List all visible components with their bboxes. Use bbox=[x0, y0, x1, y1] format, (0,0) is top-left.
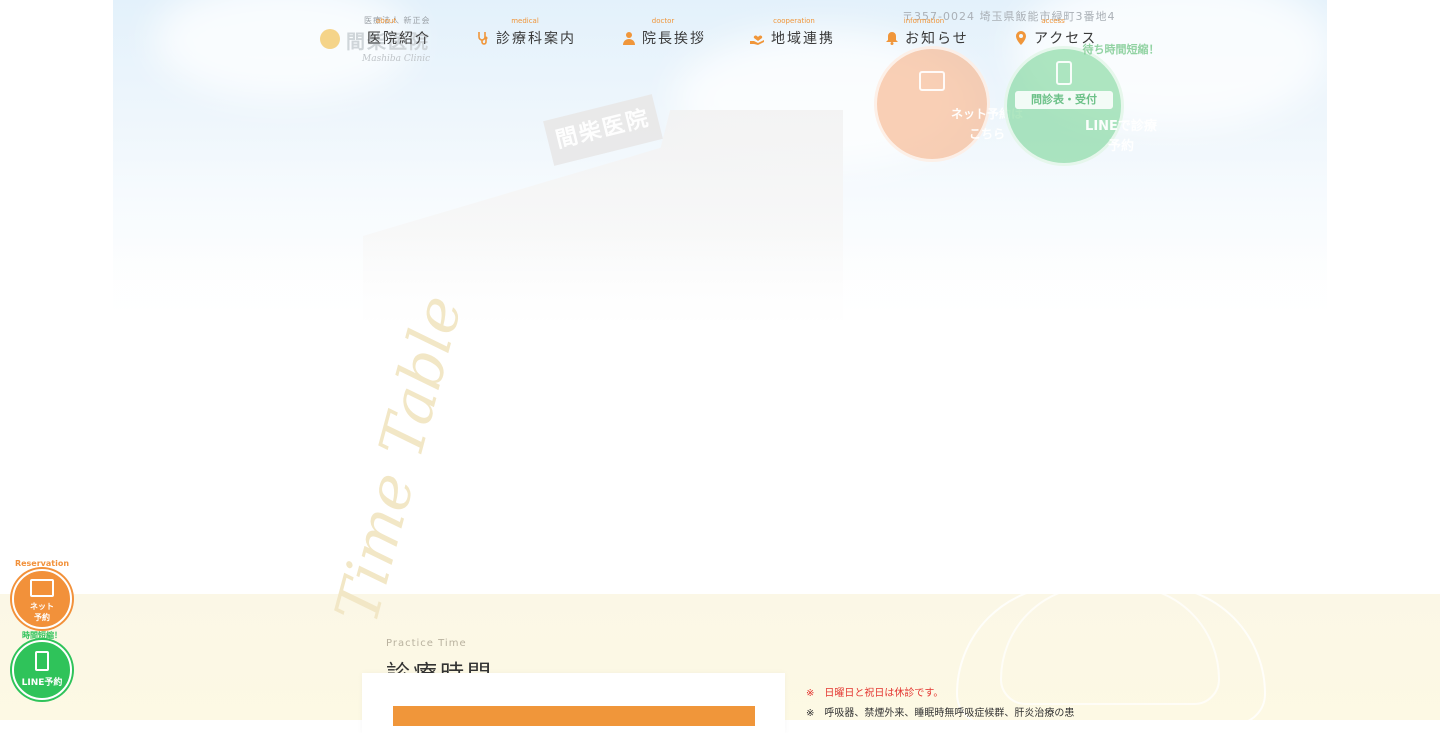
monitor-icon bbox=[919, 71, 945, 91]
logo-english: Mashiba Clinic bbox=[362, 54, 431, 64]
nav-item-en: information bbox=[903, 17, 945, 25]
nav-item-en: access bbox=[1041, 17, 1065, 25]
float-net-reservation-button[interactable]: Reservation ネット 予約 bbox=[12, 559, 72, 629]
monitor-icon bbox=[30, 579, 54, 597]
line-reservation-badge[interactable]: 待ち時間短縮！ 問診表・受付 LINEで診療 予約 bbox=[1004, 43, 1160, 166]
logo-mark-icon bbox=[320, 29, 340, 49]
decorative-script: Time Table bbox=[322, 288, 477, 631]
float-arc-text: Reservation bbox=[14, 559, 70, 568]
float-label: ネット bbox=[30, 602, 54, 611]
nav-item-en: about bbox=[375, 17, 397, 25]
timetable-header bbox=[393, 706, 755, 726]
nav-item-label: 診療科案内 bbox=[496, 31, 576, 47]
nav-item-label: 医院紹介 bbox=[367, 31, 431, 47]
section-subtitle: Practice Time bbox=[386, 638, 467, 649]
hero-fade bbox=[113, 230, 1327, 330]
nav-item-en: cooperation bbox=[773, 17, 815, 25]
note-item: ※ 呼吸器、禁煙外来、睡眠時無呼吸症候群、肝炎治療の患 bbox=[806, 704, 1106, 724]
badge-arc-text: 待ち時間短縮！ bbox=[1082, 43, 1160, 56]
badge-line3: 予約 bbox=[1107, 139, 1134, 154]
float-label: LINE予約 bbox=[21, 678, 63, 688]
clinic-icon bbox=[346, 31, 361, 46]
nav-item-en: doctor bbox=[651, 17, 675, 25]
badge-line2: LINEで診療 bbox=[1085, 119, 1157, 134]
nav-item-en: medical bbox=[511, 17, 539, 25]
stethoscope-icon bbox=[475, 31, 490, 46]
nav-item-label: 地域連携 bbox=[771, 31, 835, 47]
hand-heart-icon bbox=[750, 31, 765, 46]
smartphone-icon bbox=[1056, 61, 1072, 85]
float-label: 予約 bbox=[34, 613, 50, 622]
nav-item-label: 院長挨拶 bbox=[642, 31, 706, 47]
net-reservation-badge[interactable]: ネット予約は こちら bbox=[874, 46, 1023, 162]
note-text: 呼吸器、禁煙外来、睡眠時無呼吸症候群、肝炎治療の患 bbox=[824, 708, 1075, 719]
nav-item-label: お知らせ bbox=[905, 31, 969, 47]
float-line-reservation-button[interactable]: 時間短縮！ LINE予約 bbox=[12, 631, 72, 700]
note-item: ※ 日曜日と祝日は休診です。 bbox=[806, 684, 1106, 704]
doctor-icon bbox=[621, 31, 636, 46]
bell-icon bbox=[884, 31, 899, 46]
note-mark: ※ bbox=[806, 708, 815, 719]
logo-corporation: 医療法人 新正会 bbox=[364, 16, 431, 25]
badge-pill: 問診表・受付 bbox=[1015, 91, 1113, 109]
map-pin-icon bbox=[1013, 30, 1028, 46]
smartphone-icon bbox=[35, 651, 49, 671]
note-mark: ※ bbox=[806, 688, 815, 699]
float-arc-text: 時間短縮！ bbox=[22, 631, 62, 640]
practice-notes: ※ 日曜日と祝日は休診です。 ※ 呼吸器、禁煙外来、睡眠時無呼吸症候群、肝炎治療の患 bbox=[806, 684, 1106, 724]
note-text: 日曜日と祝日は休診です。 bbox=[824, 688, 944, 699]
